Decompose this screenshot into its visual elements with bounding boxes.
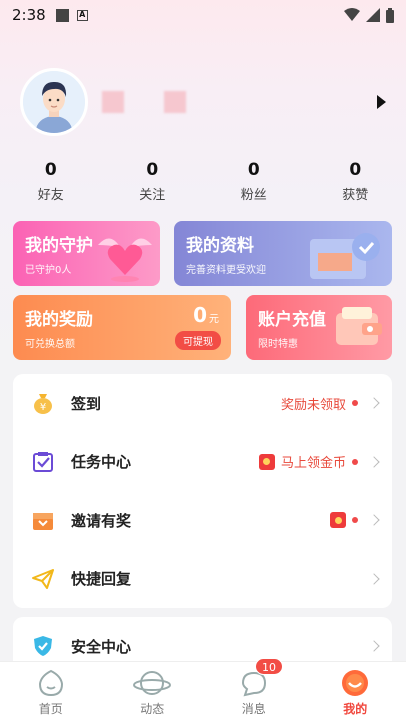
menu-item-invite[interactable]: 邀请有奖 (13, 491, 392, 550)
svg-text:¥: ¥ (40, 402, 46, 413)
chevron-right-icon (368, 397, 380, 409)
withdraw-button[interactable]: 可提现 (175, 331, 221, 350)
username-blurred (102, 91, 186, 113)
keyboard-a-icon: A (76, 9, 88, 21)
chevron-right-icon (368, 573, 380, 585)
card-subtitle: 已守护0人 (25, 265, 72, 276)
stat-count: 0 (44, 160, 57, 180)
reward-amount: 0元 (193, 303, 219, 327)
menu-label: 任务中心 (71, 453, 132, 472)
card-subtitle: 完善资料更受欢迎 (186, 265, 266, 276)
winged-heart-icon (98, 238, 152, 282)
card-subtitle: 可兑换总额 (25, 339, 75, 350)
menu-hint: 马上领金币 (280, 456, 346, 472)
wifi-icon (344, 8, 360, 21)
card-my-guard[interactable]: 我的守护 已守护0人 (13, 221, 160, 286)
smile-face-icon (342, 670, 369, 696)
menu-label: 签到 (71, 394, 102, 413)
gift-box-icon (31, 508, 55, 532)
stat-label: 关注 (139, 188, 166, 203)
card-title: 我的资料 (186, 236, 254, 256)
tab-messages[interactable]: 10 消息 (203, 658, 305, 723)
status-time: 2:38 (12, 6, 46, 24)
menu-label: 邀请有奖 (71, 511, 132, 530)
signal-icon (366, 8, 380, 22)
chevron-right-icon (368, 514, 380, 526)
stat-label: 获赞 (342, 188, 369, 203)
red-dot (352, 400, 358, 407)
card-title: 我的奖励 (25, 310, 93, 330)
tab-label: 我的 (343, 702, 368, 716)
chevron-right-icon (368, 456, 380, 468)
tab-label: 消息 (241, 702, 266, 716)
avatar[interactable] (20, 68, 88, 136)
stat-fans[interactable]: 0 粉丝 (203, 160, 305, 203)
shield-icon (31, 634, 55, 658)
battery-icon (386, 7, 394, 23)
red-dot (352, 458, 358, 465)
red-dot (352, 517, 358, 524)
stat-count: 0 (146, 160, 159, 180)
card-title: 账户充值 (258, 310, 326, 330)
notification-icon (55, 8, 69, 22)
tab-label: 首页 (38, 702, 63, 716)
card-recharge[interactable]: 账户充值 限时特惠 (246, 295, 392, 360)
card-title: 我的守护 (25, 236, 93, 256)
stat-count: 0 (349, 160, 362, 180)
unread-badge: 10 (255, 658, 283, 675)
stat-following[interactable]: 0 关注 (102, 160, 204, 203)
tab-me[interactable]: 我的 (305, 662, 406, 723)
menu-label: 快捷回复 (71, 570, 132, 589)
stat-count: 0 (247, 160, 260, 180)
coin-icon (330, 512, 346, 529)
wallet-icon (336, 307, 382, 345)
menu-hint: 奖励未领取 (280, 397, 346, 413)
card-subtitle: 限时特惠 (258, 339, 298, 350)
stat-friends[interactable]: 0 好友 (0, 160, 102, 203)
stat-likes[interactable]: 0 获赞 (305, 160, 406, 203)
task-check-icon (31, 450, 55, 474)
paper-plane-icon (31, 567, 55, 591)
card-my-reward[interactable]: 我的奖励 可兑换总额 0元 可提现 (13, 295, 231, 360)
status-bar: 2:38 A (0, 0, 406, 30)
stats-row: 0 好友 0 关注 0 粉丝 0 获赞 (0, 160, 406, 203)
chevron-right-icon (368, 640, 380, 652)
profile-window-icon (310, 233, 380, 279)
stat-label: 粉丝 (240, 188, 267, 203)
menu-label: 安全中心 (71, 637, 132, 656)
home-icon (38, 669, 63, 697)
menu-item-checkin[interactable]: ¥ 签到 奖励未领取 (13, 374, 392, 433)
menu-item-quick-reply[interactable]: 快捷回复 (13, 550, 392, 609)
tab-label: 动态 (140, 702, 165, 716)
coin-icon (258, 453, 275, 470)
card-my-profile[interactable]: 我的资料 完善资料更受欢迎 (174, 221, 392, 286)
profile-arrow-icon[interactable] (377, 95, 386, 109)
stat-label: 好友 (37, 188, 64, 203)
menu-item-task-center[interactable]: 任务中心 马上领金币 (13, 433, 392, 492)
bottom-tab-bar: 首页 动态 10 消息 我的 (0, 658, 406, 723)
tab-feed[interactable]: 动态 (102, 662, 204, 723)
money-bag-icon: ¥ (31, 391, 55, 415)
tab-home[interactable]: 首页 (0, 662, 102, 723)
profile-header[interactable] (20, 66, 386, 138)
planet-icon (133, 671, 172, 695)
menu-list: ¥ 签到 奖励未领取 任务中心 马上领金币 邀请有奖 快捷回复 (13, 374, 392, 608)
